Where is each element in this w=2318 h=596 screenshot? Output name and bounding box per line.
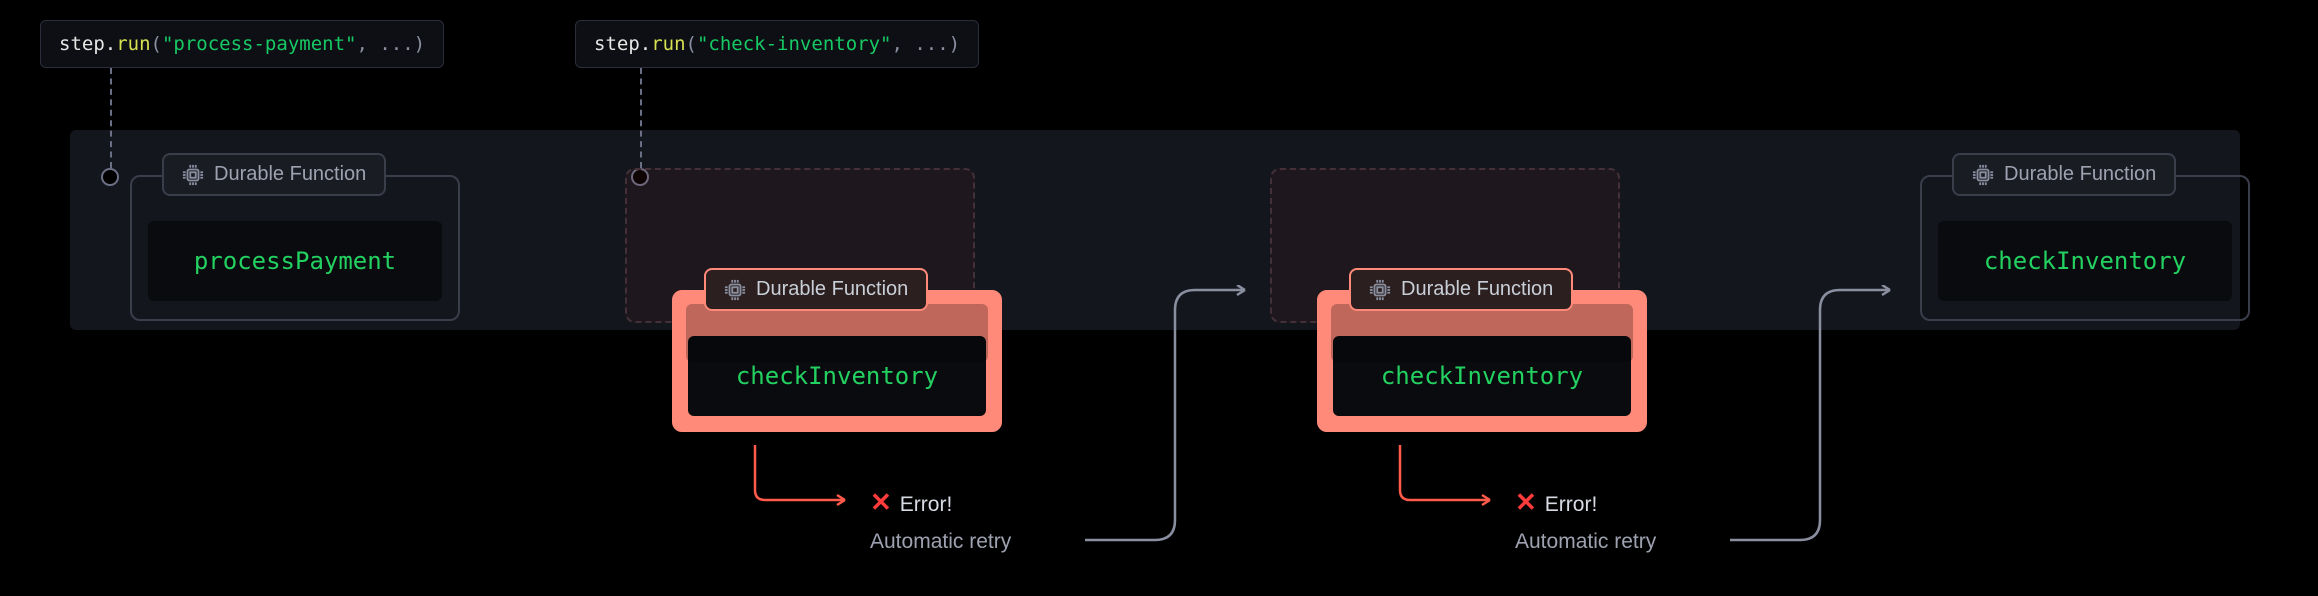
error-header-strip [686,304,988,362]
cpu-icon [724,279,746,301]
badge-label: Durable Function [756,278,908,301]
code-token: step. [594,33,651,55]
retry-label: Automatic retry [1515,524,1656,560]
code-token: , ...) [891,33,960,55]
badge-label: Durable Function [2004,163,2156,186]
retry-label: Automatic retry [870,524,1011,560]
code-token: "check-inventory" [697,33,891,55]
error-arrow [745,445,865,515]
durable-function-badge: Durable Function [1952,153,2176,196]
code-token: "process-payment" [162,33,356,55]
code-token: ( [686,33,697,55]
code-token: run [651,33,685,55]
durable-function-badge: Durable Function [1349,268,1573,311]
code-token: , ...) [356,33,425,55]
durable-function-card: Durable Function processPayment [130,175,460,321]
retry-arrow [1720,285,1910,555]
retry-arrow [1075,285,1265,555]
durable-function-card-error: Durable Function checkInventory [1317,290,1647,432]
error-cross-icon: ✕ [870,487,892,517]
code-token: step. [59,33,116,55]
function-name: checkInventory [1938,221,2232,301]
durable-function-badge: Durable Function [162,153,386,196]
connector-dot [101,168,119,186]
code-token: run [116,33,150,55]
error-caption: ✕ Error! Automatic retry [1515,480,1656,560]
connector-line [110,68,112,168]
error-arrow [1390,445,1510,515]
error-header-strip [1331,304,1633,362]
error-label: Error! [900,493,953,516]
error-caption: ✕ Error! Automatic retry [870,480,1011,560]
cpu-icon [1972,164,1994,186]
code-token: ( [151,33,162,55]
connector-line [640,68,642,168]
durable-function-card: Durable Function checkInventory [1920,175,2250,321]
durable-function-card-error: Durable Function checkInventory [672,290,1002,432]
code-snippet-process-payment: step.run("process-payment", ...) [40,20,444,68]
badge-label: Durable Function [214,163,366,186]
function-name: processPayment [148,221,442,301]
code-snippet-check-inventory: step.run("check-inventory", ...) [575,20,979,68]
error-label: Error! [1545,493,1598,516]
cpu-icon [182,164,204,186]
cpu-icon [1369,279,1391,301]
durable-function-badge: Durable Function [704,268,928,311]
error-cross-icon: ✕ [1515,487,1537,517]
badge-label: Durable Function [1401,278,1553,301]
